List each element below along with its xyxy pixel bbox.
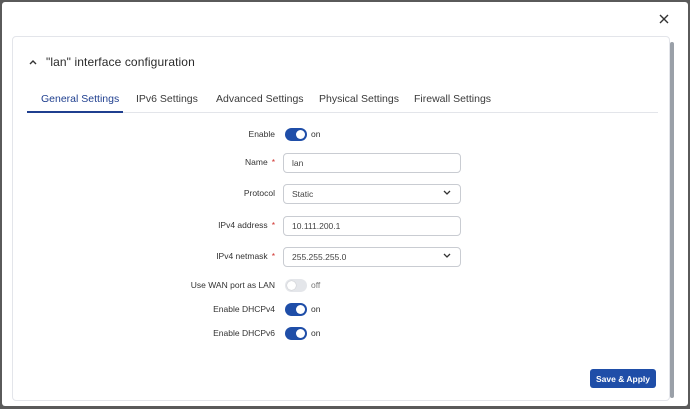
tab-bar: General Settings IPv6 Settings Advanced …	[27, 87, 658, 113]
dhcpv4-toggle[interactable]	[285, 303, 307, 316]
dhcpv4-row: Enable DHCPv4 on	[13, 300, 653, 320]
dhcpv6-row: Enable DHCPv6 on	[13, 324, 653, 344]
wan-as-lan-label: Use WAN port as LAN	[190, 280, 275, 290]
scrollbar-thumb[interactable]	[670, 42, 674, 398]
ipv4-netmask-label: IPv4 netmask *	[216, 251, 275, 261]
enable-toggle[interactable]	[285, 128, 307, 141]
save-apply-button[interactable]: Save & Apply	[590, 369, 656, 388]
section-header[interactable]: "lan" interface configuration	[29, 55, 195, 69]
name-label-text: Name	[245, 157, 268, 167]
chevron-up-icon	[29, 60, 37, 65]
wan-as-lan-state: off	[311, 280, 321, 290]
ipv4-netmask-row: IPv4 netmask * 255.255.255.0	[13, 247, 653, 267]
config-panel: "lan" interface configuration General Se…	[12, 36, 670, 401]
ipv4-address-input[interactable]: 10.111.200.1	[283, 216, 461, 236]
enable-state: on	[311, 129, 321, 139]
scrollbar[interactable]	[669, 38, 675, 400]
wan-as-lan-row: Use WAN port as LAN off	[13, 276, 653, 296]
toggle-knob	[287, 281, 296, 290]
toggle-knob	[296, 305, 305, 314]
tab-physical-settings[interactable]: Physical Settings	[319, 93, 399, 105]
name-value: lan	[292, 158, 304, 168]
protocol-select[interactable]: Static	[283, 184, 461, 204]
tab-general-settings[interactable]: General Settings	[41, 93, 119, 105]
dhcpv6-toggle[interactable]	[285, 327, 307, 340]
ipv4-netmask-label-text: IPv4 netmask	[216, 251, 268, 261]
ipv4-netmask-value: 255.255.255.0	[292, 252, 347, 262]
protocol-value: Static	[292, 189, 314, 199]
tab-ipv6-settings[interactable]: IPv6 Settings	[136, 93, 198, 105]
tab-firewall-settings[interactable]: Firewall Settings	[414, 93, 491, 105]
name-input[interactable]: lan	[283, 153, 461, 173]
name-row: Name * lan	[13, 153, 653, 173]
close-button[interactable]	[655, 10, 673, 28]
chevron-down-icon	[443, 253, 451, 258]
close-icon	[659, 14, 669, 24]
dhcpv4-state: on	[311, 304, 321, 314]
ipv4-address-label-text: IPv4 address	[218, 220, 268, 230]
protocol-label: Protocol	[243, 188, 275, 198]
ipv4-address-row: IPv4 address * 10.111.200.1	[13, 216, 653, 236]
wan-as-lan-toggle[interactable]	[285, 279, 307, 292]
toggle-knob	[296, 130, 305, 139]
dhcpv6-label: Enable DHCPv6	[213, 328, 275, 338]
required-marker: *	[271, 157, 275, 167]
dhcpv4-label: Enable DHCPv4	[213, 304, 275, 314]
dhcpv6-state: on	[311, 328, 321, 338]
required-marker: *	[271, 220, 275, 230]
protocol-row: Protocol Static	[13, 184, 653, 204]
enable-label: Enable	[248, 129, 275, 139]
ipv4-netmask-select[interactable]: 255.255.255.0	[283, 247, 461, 267]
section-title: "lan" interface configuration	[46, 55, 195, 69]
active-tab-indicator	[27, 111, 123, 113]
required-marker: *	[271, 251, 275, 261]
interface-config-dialog: "lan" interface configuration General Se…	[2, 2, 688, 406]
toggle-knob	[296, 329, 305, 338]
tab-advanced-settings[interactable]: Advanced Settings	[216, 93, 304, 105]
ipv4-address-value: 10.111.200.1	[292, 221, 341, 231]
name-label: Name *	[245, 157, 275, 167]
enable-row: Enable on	[13, 125, 653, 145]
ipv4-address-label: IPv4 address *	[218, 220, 275, 230]
chevron-down-icon	[443, 190, 451, 195]
